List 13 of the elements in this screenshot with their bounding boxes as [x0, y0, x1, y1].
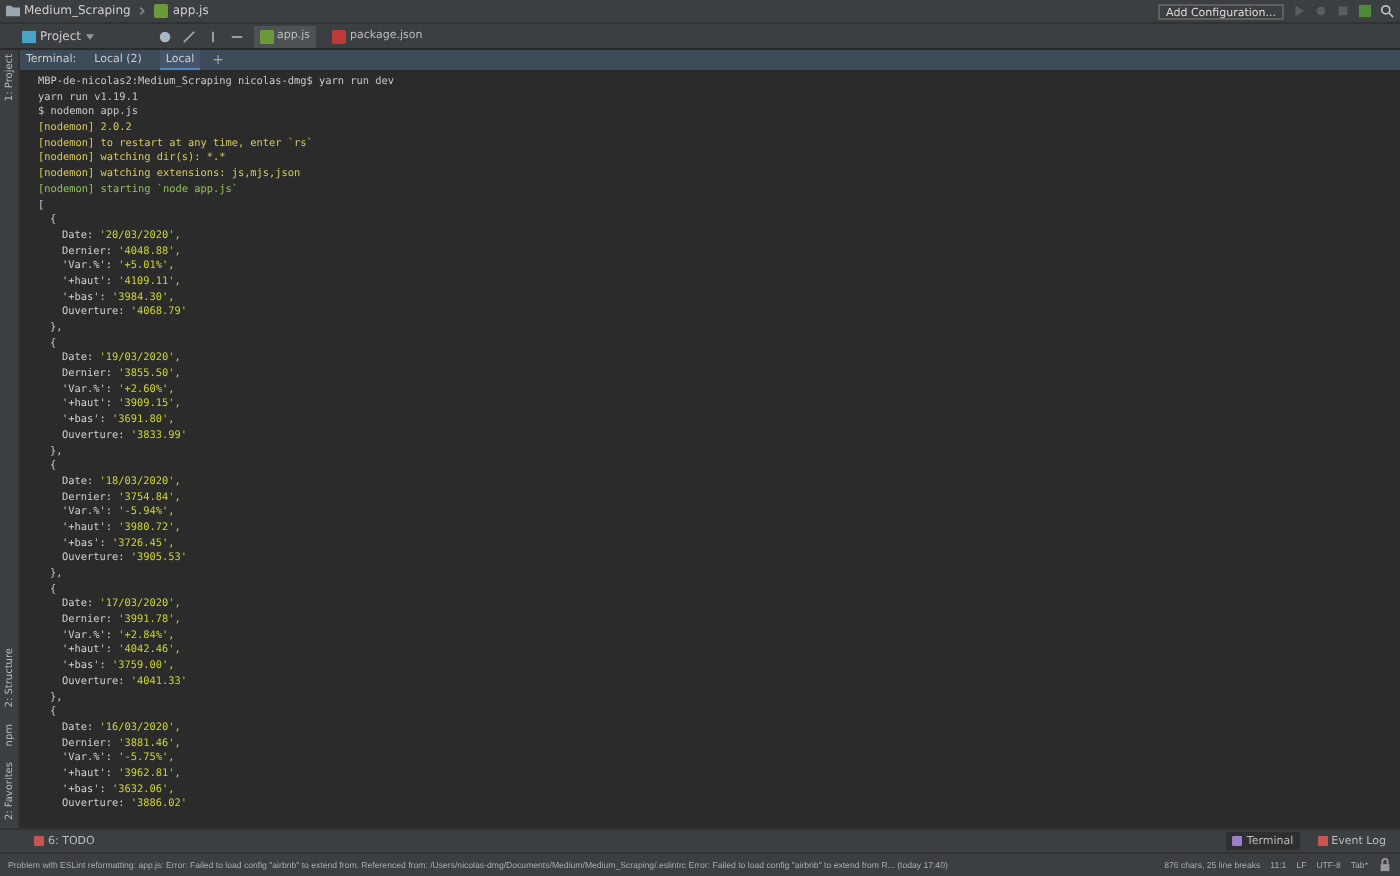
project-icon: [22, 29, 36, 43]
tool-window-icon: [1317, 836, 1328, 846]
tool-window-icon: [1232, 836, 1243, 846]
json-file-icon: [332, 29, 347, 43]
lock-icon[interactable]: [1378, 858, 1392, 872]
search-icon[interactable]: [1380, 4, 1394, 18]
target-icon[interactable]: [157, 29, 172, 43]
js-file-icon: [259, 29, 274, 43]
tool-window-icon: [34, 836, 44, 846]
folder-icon: [6, 4, 20, 18]
caret-icon: [85, 33, 94, 39]
js-file-icon: [154, 4, 169, 18]
chevron-icon: [138, 6, 147, 16]
